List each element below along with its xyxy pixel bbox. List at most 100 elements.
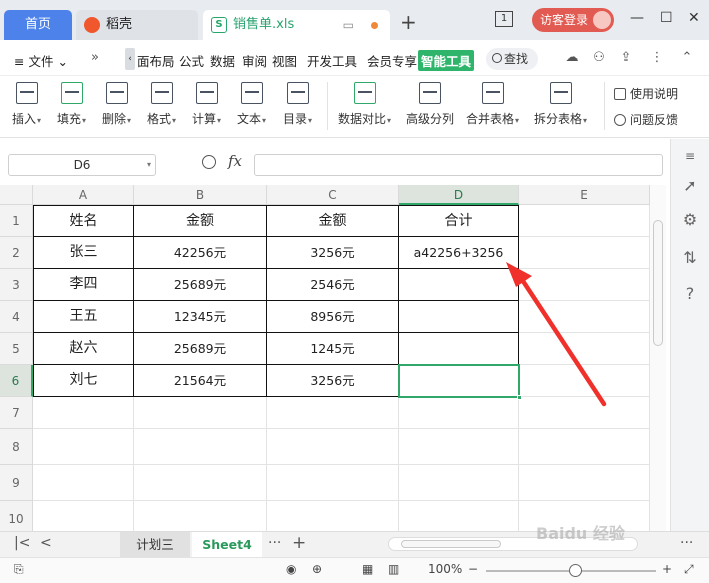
advanced-split-button[interactable]: 高级分列 — [406, 82, 454, 127]
column-header-c[interactable]: C — [267, 185, 399, 205]
transform-icon[interactable]: ⇅ — [681, 249, 699, 267]
calculate-button[interactable]: 计算▾ — [192, 82, 221, 127]
cell-c8[interactable] — [267, 429, 399, 465]
cell-b5[interactable]: 25689元 — [134, 333, 267, 365]
cell-a9[interactable] — [33, 465, 134, 501]
merge-tables-button[interactable]: 合并表格▾ — [466, 82, 519, 127]
cell-c3[interactable]: 2546元 — [267, 269, 399, 301]
row-header-9[interactable]: 9 — [0, 465, 33, 501]
name-box[interactable]: D6 ▾ — [8, 154, 156, 176]
row-header-8[interactable]: 8 — [0, 429, 33, 465]
settings-sliders-icon[interactable]: ⚙ — [681, 211, 699, 229]
horizontal-scroll-thumb[interactable] — [401, 540, 501, 548]
cell-e2[interactable] — [519, 237, 650, 269]
cell-e8[interactable] — [519, 429, 650, 465]
zoom-in-icon[interactable]: + — [662, 562, 672, 576]
input-mode-icon[interactable]: ⊕ — [312, 562, 322, 576]
minimize-icon[interactable]: — — [630, 10, 644, 26]
cell-b4[interactable]: 12345元 — [134, 301, 267, 333]
cell-a6[interactable]: 刘七 — [33, 365, 134, 397]
page-count-icon[interactable]: 1 — [495, 11, 513, 27]
cell-d5[interactable] — [399, 333, 519, 365]
login-button[interactable]: 访客登录 — [532, 8, 614, 32]
vertical-scrollbar[interactable] — [650, 185, 666, 531]
column-header-d[interactable]: D — [399, 185, 519, 205]
cell-e3[interactable] — [519, 269, 650, 301]
cell-a10[interactable] — [33, 501, 134, 531]
fill-handle[interactable] — [517, 395, 522, 400]
fullscreen-icon[interactable]: ⤢ — [684, 562, 694, 577]
zoom-level[interactable]: 100% — [428, 562, 462, 576]
page-view-icon[interactable]: ▥ — [388, 562, 399, 576]
macro-icon[interactable]: ⎘ — [14, 562, 24, 577]
cell-c6[interactable]: 3256元 — [267, 365, 399, 397]
row-header-7[interactable]: 7 — [0, 397, 33, 429]
cell-d9[interactable] — [399, 465, 519, 501]
row-header-6[interactable]: 6 — [0, 365, 33, 397]
menu-developer[interactable]: 开发工具 — [307, 51, 357, 70]
cell-b1[interactable]: 金额 — [134, 205, 267, 237]
menu-data[interactable]: 数据 — [210, 51, 235, 70]
share-icon[interactable]: ⇪ — [619, 51, 633, 65]
cell-c10[interactable] — [267, 501, 399, 531]
cell-a4[interactable]: 王五 — [33, 301, 134, 333]
cell-d7[interactable] — [399, 397, 519, 429]
row-header-4[interactable]: 4 — [0, 301, 33, 333]
cell-d8[interactable] — [399, 429, 519, 465]
select-all-corner[interactable] — [0, 185, 33, 205]
row-header-2[interactable]: 2 — [0, 237, 33, 269]
panel-toggle-icon[interactable]: ≡ — [681, 147, 699, 165]
cell-b2[interactable]: 42256元 — [134, 237, 267, 269]
row-header-1[interactable]: 1 — [0, 205, 33, 237]
cell-a7[interactable] — [33, 397, 134, 429]
menu-file[interactable]: ≡ 文件 ⌄ — [14, 51, 68, 70]
cell-e6[interactable] — [519, 365, 650, 397]
more-tabs-icon[interactable]: » — [88, 51, 102, 65]
menu-page-layout[interactable]: 面布局 — [137, 51, 175, 70]
cell-a8[interactable] — [33, 429, 134, 465]
search-button[interactable]: 查找 — [486, 48, 538, 70]
cell-b8[interactable] — [134, 429, 267, 465]
zoom-out-icon[interactable]: − — [468, 562, 478, 576]
window-icon[interactable]: ▭ — [343, 10, 354, 40]
column-header-b[interactable]: B — [134, 185, 267, 205]
column-header-e[interactable]: E — [519, 185, 650, 205]
fill-button[interactable]: 填充▾ — [57, 82, 86, 127]
column-header-a[interactable]: A — [33, 185, 134, 205]
menu-smart-tools[interactable]: 智能工具 — [418, 50, 475, 71]
first-sheet-icon[interactable]: |< — [14, 535, 30, 551]
collapse-ribbon-icon[interactable]: ⌃ — [680, 51, 694, 65]
cell-b7[interactable] — [134, 397, 267, 429]
help-icon[interactable]: ? — [681, 285, 699, 303]
more-options-icon[interactable]: ··· — [680, 535, 693, 551]
menu-view[interactable]: 视图 — [272, 51, 297, 70]
eye-protection-icon[interactable]: ◉ — [286, 562, 296, 576]
cell-b3[interactable]: 25689元 — [134, 269, 267, 301]
add-sheet-button[interactable]: + — [292, 533, 306, 553]
menu-formulas[interactable]: 公式 — [179, 51, 204, 70]
cell-b10[interactable] — [134, 501, 267, 531]
sheet-tab-sheet4[interactable]: Sheet4 — [192, 532, 262, 557]
cell-e7[interactable] — [519, 397, 650, 429]
fx-icon[interactable]: fx — [228, 152, 242, 170]
more-icon[interactable]: ⋮ — [650, 51, 664, 65]
row-header-3[interactable]: 3 — [0, 269, 33, 301]
tab-docer[interactable]: 稻壳 — [76, 10, 198, 40]
cell-c9[interactable] — [267, 465, 399, 501]
toc-button[interactable]: 目录▾ — [283, 82, 312, 127]
delete-button[interactable]: 删除▾ — [102, 82, 131, 127]
row-header-10[interactable]: 10 — [0, 501, 33, 531]
scroll-left-icon[interactable]: ‹ — [125, 48, 135, 70]
close-icon[interactable]: ✕ — [688, 10, 700, 26]
cell-a2[interactable]: 张三 — [33, 237, 134, 269]
cell-a5[interactable]: 赵六 — [33, 333, 134, 365]
insert-button[interactable]: 插入▾ — [12, 82, 41, 127]
menu-member[interactable]: 会员专享 — [367, 51, 417, 70]
prev-sheet-icon[interactable]: < — [40, 535, 52, 551]
cell-e1[interactable] — [519, 205, 650, 237]
cell-e5[interactable] — [519, 333, 650, 365]
cell-b9[interactable] — [134, 465, 267, 501]
cell-d1[interactable]: 合计 — [399, 205, 519, 237]
cell-c5[interactable]: 1245元 — [267, 333, 399, 365]
cell-c1[interactable]: 金额 — [267, 205, 399, 237]
